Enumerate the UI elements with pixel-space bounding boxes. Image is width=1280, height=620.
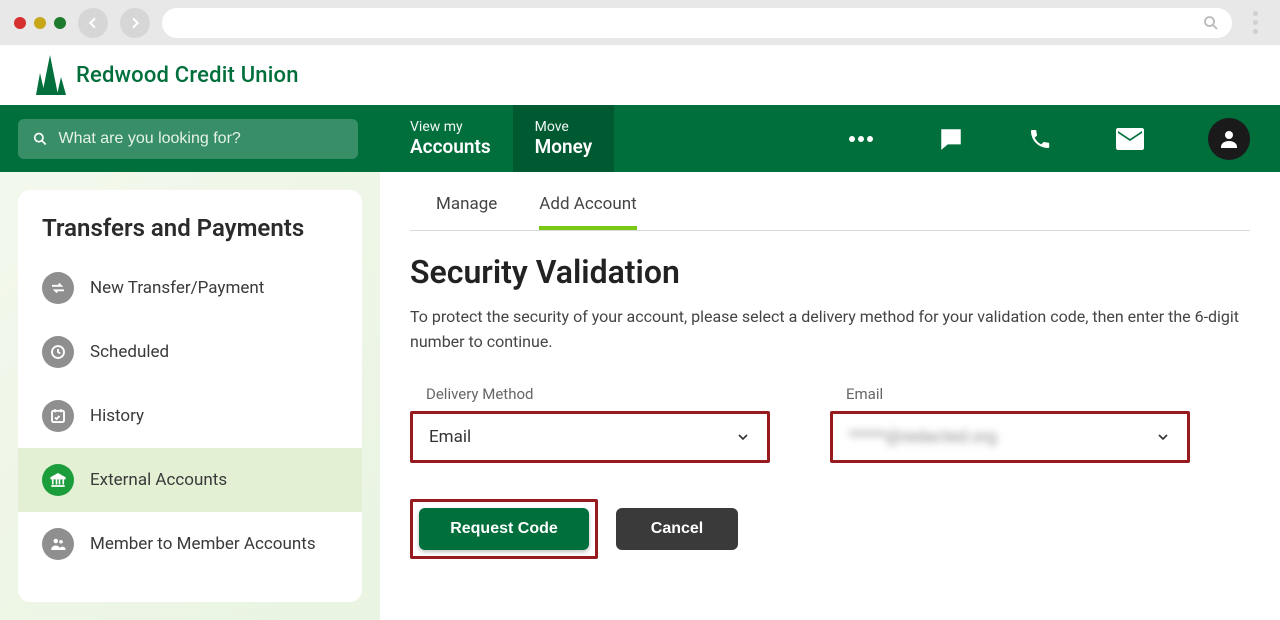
clock-icon <box>42 336 74 368</box>
url-bar[interactable] <box>162 8 1232 38</box>
close-window-icon[interactable] <box>14 17 26 29</box>
sub-tabs: Manage Add Account <box>410 194 1250 231</box>
phone-button[interactable] <box>1028 127 1052 151</box>
request-code-highlight: Request Code <box>410 499 598 559</box>
chat-button[interactable] <box>938 126 964 152</box>
chevron-down-icon <box>735 429 751 445</box>
chevron-left-icon <box>85 15 101 31</box>
tab-small-label: Move <box>535 119 593 135</box>
email-label: Email <box>846 385 1190 403</box>
sidebar-item-history[interactable]: History <box>18 384 362 448</box>
sidebar-item-label: History <box>90 406 144 426</box>
tab-move-money[interactable]: Move Money <box>513 105 615 172</box>
profile-menu-button[interactable] <box>1208 118 1250 160</box>
main-content: Manage Add Account Security Validation T… <box>380 172 1280 620</box>
brand-name: Redwood Credit Union <box>76 63 299 88</box>
mail-icon <box>1116 128 1144 150</box>
people-icon <box>42 528 74 560</box>
email-select[interactable]: *****@redacted.org <box>830 411 1190 463</box>
delivery-method-select[interactable]: Email <box>410 411 770 463</box>
tab-accounts[interactable]: View my Accounts <box>388 105 513 172</box>
tab-big-label: Accounts <box>410 135 491 158</box>
minimize-window-icon[interactable] <box>34 17 46 29</box>
chat-icon <box>938 126 964 152</box>
primary-nav: View my Accounts Move Money <box>0 105 1280 172</box>
more-menu-button[interactable] <box>848 135 874 143</box>
cancel-button[interactable]: Cancel <box>616 508 738 550</box>
request-code-button[interactable]: Request Code <box>419 508 589 550</box>
site-search-input[interactable] <box>58 130 344 148</box>
chevron-right-icon <box>127 15 143 31</box>
sidebar-item-label: Scheduled <box>90 342 169 362</box>
tab-big-label: Money <box>535 135 593 158</box>
browser-chrome <box>0 0 1280 45</box>
brand-logo-icon <box>36 55 66 95</box>
sidebar-item-new-transfer[interactable]: New Transfer/Payment <box>18 256 362 320</box>
page-title: Security Validation <box>410 253 1250 291</box>
tab-small-label: View my <box>410 119 491 135</box>
dots-horizontal-icon <box>848 135 874 143</box>
chevron-down-icon <box>1155 429 1171 445</box>
sidebar-item-label: External Accounts <box>90 470 227 490</box>
subtab-manage[interactable]: Manage <box>436 194 497 230</box>
back-button[interactable] <box>78 8 108 38</box>
sidebar-item-label: New Transfer/Payment <box>90 278 264 298</box>
email-value: *****@redacted.org <box>849 427 997 447</box>
delivery-method-group: Delivery Method Email <box>410 385 770 463</box>
sidebar-item-external-accounts[interactable]: External Accounts <box>18 448 362 512</box>
sidebar: Transfers and Payments New Transfer/Paym… <box>0 172 380 620</box>
subtab-add-account[interactable]: Add Account <box>539 194 636 230</box>
browser-menu-button[interactable] <box>1244 11 1266 34</box>
sidebar-title: Transfers and Payments <box>18 214 362 256</box>
forward-button[interactable] <box>120 8 150 38</box>
delivery-method-value: Email <box>429 427 471 447</box>
mail-button[interactable] <box>1116 128 1144 150</box>
sidebar-item-member-to-member[interactable]: Member to Member Accounts <box>18 512 362 576</box>
person-icon <box>1217 127 1241 151</box>
delivery-method-label: Delivery Method <box>426 385 770 403</box>
site-search[interactable] <box>18 119 358 159</box>
email-group: Email *****@redacted.org <box>830 385 1190 463</box>
window-controls <box>14 17 66 29</box>
page-description: To protect the security of your account,… <box>410 305 1240 355</box>
sidebar-item-label: Member to Member Accounts <box>90 534 316 554</box>
search-icon <box>32 130 48 148</box>
search-icon <box>1202 14 1220 32</box>
phone-icon <box>1028 127 1052 151</box>
sidebar-item-scheduled[interactable]: Scheduled <box>18 320 362 384</box>
arrows-exchange-icon <box>42 272 74 304</box>
maximize-window-icon[interactable] <box>54 17 66 29</box>
brand-header: Redwood Credit Union <box>0 45 1280 105</box>
bank-icon <box>42 464 74 496</box>
calendar-check-icon <box>42 400 74 432</box>
